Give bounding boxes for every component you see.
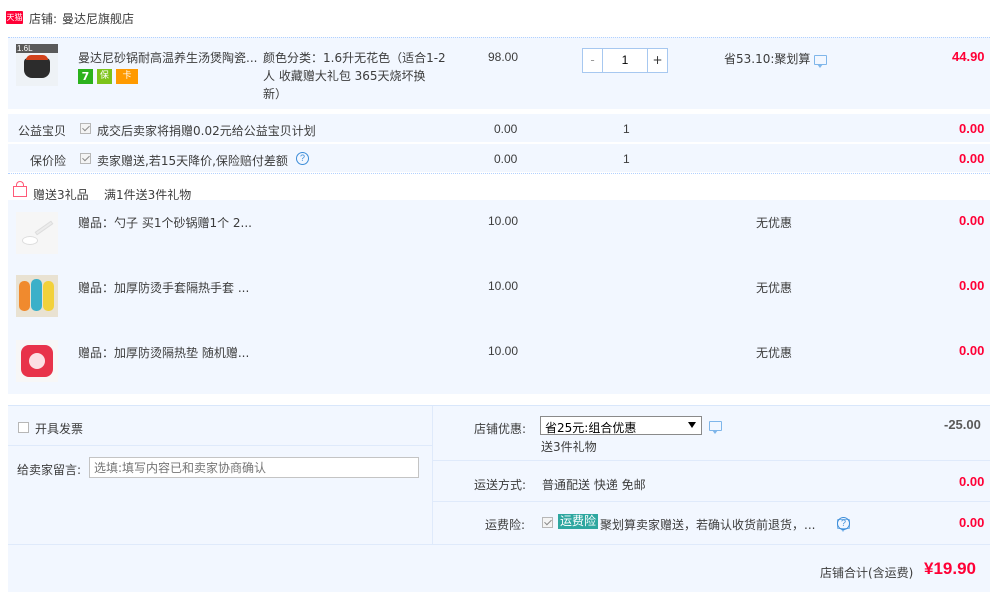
quantity-stepper: - 1 +: [582, 48, 668, 73]
order-options-panel: 开具发票 给卖家留言: 店铺优惠: 省25元:组合优惠 送3件礼物 -25.00…: [8, 405, 990, 592]
clay-pot-image: [24, 58, 50, 78]
service-total: 0.00: [959, 121, 985, 136]
shipping-section: 运送方式: 普通配送 快递 免邮 0.00: [433, 462, 990, 502]
shop-total-bar: 店铺合计(含运费) ¥19.90: [8, 544, 990, 592]
gift-thumbnail[interactable]: [16, 340, 58, 382]
shop-discount-selected: 省25元:组合优惠: [545, 421, 637, 435]
gift-box-icon: [13, 186, 27, 197]
shop-total-label: 店铺合计(含运费): [820, 566, 914, 580]
tmall-icon: 天猫: [6, 11, 23, 24]
shop-total-value: ¥19.90: [924, 559, 976, 578]
shop-discount-amount: -25.00: [944, 417, 981, 432]
shop-label: 店铺:: [29, 12, 58, 26]
charity-checkbox[interactable]: [80, 123, 91, 134]
invoice-section: 开具发票: [8, 406, 432, 446]
freight-insurance-amount: 0.00: [959, 515, 985, 530]
discount-text: 省53.10:聚划算: [724, 52, 811, 66]
shop-name-link[interactable]: 曼达尼旗舰店: [62, 10, 134, 27]
sku-info: 颜色分类：1.6升无花色（适合1-2 人 收藏赠大礼包 365天烧坏换 新）: [263, 49, 449, 103]
gift-title-link[interactable]: 赠品：勺子 买1个砂锅赠1个 2...: [78, 214, 252, 231]
service-name: 保价险: [30, 154, 67, 168]
help-icon[interactable]: ?: [296, 152, 309, 165]
gift-bow-icon: [16, 181, 24, 186]
service-price: 0.00: [494, 122, 518, 136]
gift-thumbnail[interactable]: [16, 212, 58, 254]
heat-pad-pattern: [29, 353, 45, 369]
message-input[interactable]: [89, 457, 419, 478]
gift-header: 赠送3礼品 满1件送3件礼物: [8, 173, 990, 202]
service-total: 0.00: [959, 151, 985, 166]
qty-input[interactable]: 1: [603, 49, 647, 72]
gift-discount: 无优惠: [756, 216, 793, 230]
freight-insurance-tag: 运费险: [558, 514, 599, 529]
service-qty: 1: [623, 122, 630, 136]
gift-row: 赠品：勺子 买1个砂锅赠1个 2... 10.00 无优惠 0.00: [8, 200, 990, 264]
extra-service-row: 保价险 卖家赠送,若15天降价,保险赔付差额 ? 0.00 1 0.00: [8, 144, 990, 172]
service-desc: 卖家赠送,若15天降价,保险赔付差额: [97, 154, 288, 168]
invoice-label: 开具发票: [35, 422, 84, 436]
discount-info-icon[interactable]: [709, 421, 722, 434]
invoice-checkbox[interactable]: [18, 422, 29, 433]
service-desc: 成交后卖家将捐赠0.02元给公益宝贝计划: [97, 124, 316, 138]
shop-header: 天猫 店铺: 曼达尼旗舰店: [6, 8, 986, 30]
message-label: 给卖家留言:: [17, 463, 82, 477]
help-icon[interactable]: ?: [837, 517, 850, 530]
message-section: 给卖家留言:: [8, 447, 432, 497]
freight-insurance-checkbox[interactable]: [542, 517, 553, 528]
service-qty: 1: [623, 152, 630, 166]
sku-line: 新）: [263, 87, 288, 101]
gift-title-link[interactable]: 赠品：加厚防烫手套隔热手套 ...: [78, 279, 249, 296]
gift-row: 赠品：加厚防烫隔热垫 随机赠... 10.00 无优惠 0.00: [8, 330, 990, 394]
seven-day-return-icon[interactable]: 7: [78, 69, 93, 84]
gift-total: 0.00: [959, 213, 985, 228]
gift-row: 赠品：加厚防烫手套隔热手套 ... 10.00 无优惠 0.00: [8, 265, 990, 329]
gift-price: 10.00: [488, 214, 519, 228]
extra-service-row: 公益宝贝 成交后卖家将捐赠0.02元给公益宝贝计划 0.00 1 0.00: [8, 114, 990, 142]
shop-discount-label: 店铺优惠:: [474, 422, 527, 436]
freight-insurance-label: 运费险:: [485, 518, 526, 532]
shop-discount-note: 送3件礼物: [541, 440, 597, 454]
guarantee-icon[interactable]: 保: [97, 69, 112, 84]
main-item-row: 1.6L 曼达尼砂锅耐高温养生汤煲陶瓷... 7 保 卡 颜色分类：1.6升无花…: [8, 37, 990, 109]
product-badge: 1.6L: [16, 44, 58, 53]
freight-insurance-desc: 聚划算卖家赠送，若确认收货前退货，...: [600, 518, 816, 532]
gift-discount: 无优惠: [756, 346, 793, 360]
shipping-amount: 0.00: [959, 474, 985, 489]
spoon-image: [22, 236, 38, 245]
qty-plus-button[interactable]: +: [647, 49, 667, 72]
product-title-link[interactable]: 曼达尼砂锅耐高温养生汤煲陶瓷...: [78, 49, 260, 66]
dropdown-arrow-icon: [688, 422, 696, 428]
sku-line: 人 收藏赠大礼包 365天烧坏换: [263, 69, 426, 83]
service-price: 0.00: [494, 152, 518, 166]
gift-price: 10.00: [488, 344, 519, 358]
item-subtotal: 44.90: [952, 49, 985, 64]
glove-image: [43, 281, 54, 311]
shop-discount-section: 店铺优惠: 省25元:组合优惠 送3件礼物 -25.00: [433, 406, 990, 461]
spoon-handle-image: [34, 220, 54, 236]
glove-image: [19, 281, 30, 311]
gift-title-link[interactable]: 赠品：加厚防烫隔热垫 随机赠...: [78, 344, 249, 361]
pot-lid-image: [26, 55, 48, 60]
shipping-value: 普通配送 快递 免邮: [542, 478, 646, 492]
discount-info-icon[interactable]: [814, 55, 827, 68]
freight-insurance-section: 运费险: 运费险 聚划算卖家赠送，若确认收货前退货，... ? 0.00: [433, 503, 990, 543]
sku-line: 颜色分类：1.6升无花色（适合1-2: [263, 51, 446, 65]
shop-discount-select[interactable]: 省25元:组合优惠: [540, 416, 702, 435]
service-name: 公益宝贝: [18, 124, 67, 138]
gift-total: 0.00: [959, 278, 985, 293]
price-protection-checkbox[interactable]: [80, 153, 91, 164]
gift-price: 10.00: [488, 279, 519, 293]
glove-image: [31, 279, 42, 311]
qty-minus-button[interactable]: -: [583, 49, 603, 72]
product-thumbnail[interactable]: 1.6L: [16, 44, 58, 86]
gift-thumbnail[interactable]: [16, 275, 58, 317]
unit-price: 98.00: [488, 50, 519, 64]
shipping-label: 运送方式:: [474, 478, 527, 492]
gift-discount: 无优惠: [756, 281, 793, 295]
gift-total: 0.00: [959, 343, 985, 358]
card-payment-icon[interactable]: 卡: [116, 69, 138, 84]
